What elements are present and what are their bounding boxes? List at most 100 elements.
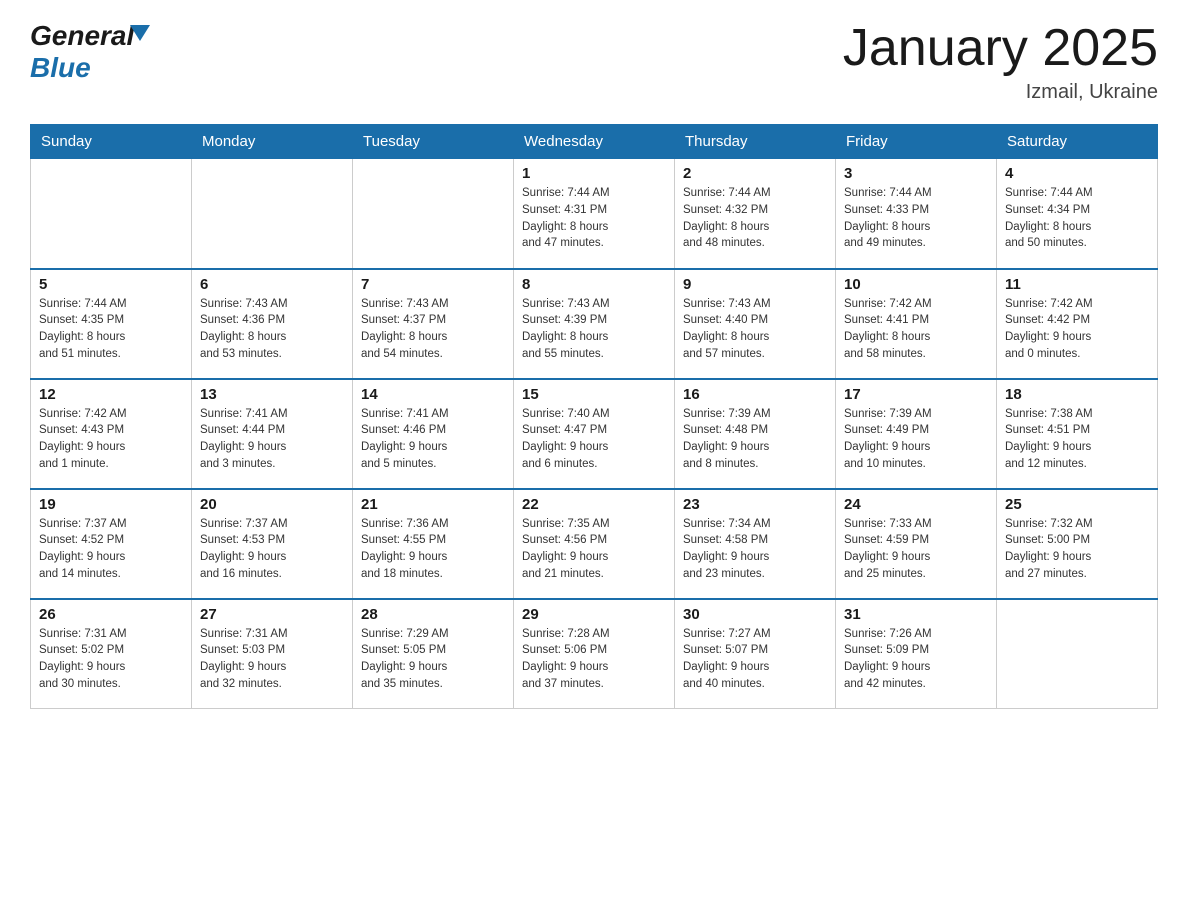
day-number: 2 xyxy=(683,165,827,182)
day-info: Sunrise: 7:34 AM Sunset: 4:58 PM Dayligh… xyxy=(683,516,827,583)
day-number: 26 xyxy=(39,606,183,623)
calendar-week-row: 12Sunrise: 7:42 AM Sunset: 4:43 PM Dayli… xyxy=(31,379,1158,489)
day-number: 11 xyxy=(1005,276,1149,293)
calendar-cell: 5Sunrise: 7:44 AM Sunset: 4:35 PM Daylig… xyxy=(31,269,192,379)
day-number: 25 xyxy=(1005,496,1149,513)
day-info: Sunrise: 7:37 AM Sunset: 4:53 PM Dayligh… xyxy=(200,516,344,583)
calendar-cell: 2 Sunrise: 7:44 AM Sunset: 4:32 PM Daylig… xyxy=(675,159,836,269)
calendar-cell: 11 Sunrise: 7:42 AM Sunset: 4:42 PM Dayli… xyxy=(997,269,1158,379)
day-info: Sunrise: 7:43 AM Sunset: 4:36 PM Dayligh… xyxy=(200,296,344,363)
calendar-cell: 4 Sunrise: 7:44 AM Sunset: 4:34 PM Daylig… xyxy=(997,159,1158,269)
day-info: Sunrise: 7:44 AM Sunset: 4:32 PM Dayligh… xyxy=(683,185,827,252)
day-info: Sunrise: 7:40 AM Sunset: 4:47 PM Dayligh… xyxy=(522,406,666,473)
calendar-cell: 1 Sunrise: 7:44 AM Sunset: 4:31 PM Daylig… xyxy=(514,159,675,269)
day-of-week-header: Wednesday xyxy=(514,125,675,159)
calendar-cell: 21 Sunrise: 7:36 AM Sunset: 4:55 PM Dayli… xyxy=(353,489,514,599)
calendar-cell xyxy=(353,159,514,269)
day-info: Sunrise: 7:31 AM Sunset: 5:02 PM Dayligh… xyxy=(39,626,183,693)
calendar-cell xyxy=(997,599,1158,709)
day-info: Sunrise: 7:44 AM Sunset: 4:35 PM Dayligh… xyxy=(39,296,183,363)
month-title: January 2025 xyxy=(843,20,1158,77)
calendar-cell: 13 Sunrise: 7:41 AM Sunset: 4:44 PM Dayli… xyxy=(192,379,353,489)
day-number: 17 xyxy=(844,386,988,403)
day-info: Sunrise: 7:44 AM Sunset: 4:34 PM Dayligh… xyxy=(1005,185,1149,252)
page-header: General Blue January 2025 Izmail, Ukrain… xyxy=(30,20,1158,104)
day-number: 14 xyxy=(361,386,505,403)
day-number: 30 xyxy=(683,606,827,623)
calendar-cell: 25 Sunrise: 7:32 AM Sunset: 5:00 PM Dayli… xyxy=(997,489,1158,599)
day-of-week-header: Tuesday xyxy=(353,125,514,159)
day-number: 28 xyxy=(361,606,505,623)
calendar-cell: 30 Sunrise: 7:27 AM Sunset: 5:07 PM Dayli… xyxy=(675,599,836,709)
day-info: Sunrise: 7:31 AM Sunset: 5:03 PM Dayligh… xyxy=(200,626,344,693)
day-info: Sunrise: 7:42 AM Sunset: 4:42 PM Dayligh… xyxy=(1005,296,1149,363)
day-info: Sunrise: 7:39 AM Sunset: 4:48 PM Dayligh… xyxy=(683,406,827,473)
calendar-cell: 23 Sunrise: 7:34 AM Sunset: 4:58 PM Dayli… xyxy=(675,489,836,599)
day-number: 1 xyxy=(522,165,666,182)
day-number: 24 xyxy=(844,496,988,513)
calendar-cell: 27 Sunrise: 7:31 AM Sunset: 5:03 PM Dayli… xyxy=(192,599,353,709)
day-info: Sunrise: 7:26 AM Sunset: 5:09 PM Dayligh… xyxy=(844,626,988,693)
day-number: 7 xyxy=(361,276,505,293)
calendar-cell: 26 Sunrise: 7:31 AM Sunset: 5:02 PM Dayli… xyxy=(31,599,192,709)
calendar-cell: 17Sunrise: 7:39 AM Sunset: 4:49 PM Dayli… xyxy=(836,379,997,489)
day-of-week-header: Thursday xyxy=(675,125,836,159)
day-number: 15 xyxy=(522,386,666,403)
calendar-week-row: 26 Sunrise: 7:31 AM Sunset: 5:02 PM Dayli… xyxy=(31,599,1158,709)
day-info: Sunrise: 7:42 AM Sunset: 4:41 PM Dayligh… xyxy=(844,296,988,363)
day-info: Sunrise: 7:43 AM Sunset: 4:39 PM Dayligh… xyxy=(522,296,666,363)
day-info: Sunrise: 7:35 AM Sunset: 4:56 PM Dayligh… xyxy=(522,516,666,583)
calendar-cell: 19Sunrise: 7:37 AM Sunset: 4:52 PM Dayli… xyxy=(31,489,192,599)
calendar-week-row: 19Sunrise: 7:37 AM Sunset: 4:52 PM Dayli… xyxy=(31,489,1158,599)
logo-general-text: General xyxy=(30,20,134,52)
calendar-cell: 20 Sunrise: 7:37 AM Sunset: 4:53 PM Dayli… xyxy=(192,489,353,599)
day-number: 13 xyxy=(200,386,344,403)
day-number: 6 xyxy=(200,276,344,293)
day-info: Sunrise: 7:28 AM Sunset: 5:06 PM Dayligh… xyxy=(522,626,666,693)
day-number: 23 xyxy=(683,496,827,513)
calendar-week-row: 5Sunrise: 7:44 AM Sunset: 4:35 PM Daylig… xyxy=(31,269,1158,379)
day-number: 8 xyxy=(522,276,666,293)
calendar-cell: 29 Sunrise: 7:28 AM Sunset: 5:06 PM Dayli… xyxy=(514,599,675,709)
calendar-header-row: SundayMondayTuesdayWednesdayThursdayFrid… xyxy=(31,125,1158,159)
day-info: Sunrise: 7:41 AM Sunset: 4:44 PM Dayligh… xyxy=(200,406,344,473)
logo-triangle-icon xyxy=(130,25,150,41)
day-number: 21 xyxy=(361,496,505,513)
calendar-cell: 8 Sunrise: 7:43 AM Sunset: 4:39 PM Daylig… xyxy=(514,269,675,379)
calendar-cell: 9Sunrise: 7:43 AM Sunset: 4:40 PM Daylig… xyxy=(675,269,836,379)
calendar-table: SundayMondayTuesdayWednesdayThursdayFrid… xyxy=(30,124,1158,709)
day-info: Sunrise: 7:41 AM Sunset: 4:46 PM Dayligh… xyxy=(361,406,505,473)
calendar-cell: 10Sunrise: 7:42 AM Sunset: 4:41 PM Dayli… xyxy=(836,269,997,379)
day-of-week-header: Friday xyxy=(836,125,997,159)
day-number: 29 xyxy=(522,606,666,623)
day-number: 3 xyxy=(844,165,988,182)
day-number: 22 xyxy=(522,496,666,513)
calendar-cell: 24Sunrise: 7:33 AM Sunset: 4:59 PM Dayli… xyxy=(836,489,997,599)
calendar-cell: 28Sunrise: 7:29 AM Sunset: 5:05 PM Dayli… xyxy=(353,599,514,709)
day-number: 4 xyxy=(1005,165,1149,182)
day-of-week-header: Sunday xyxy=(31,125,192,159)
calendar-cell: 16 Sunrise: 7:39 AM Sunset: 4:48 PM Dayli… xyxy=(675,379,836,489)
calendar-cell: 18 Sunrise: 7:38 AM Sunset: 4:51 PM Dayli… xyxy=(997,379,1158,489)
day-number: 18 xyxy=(1005,386,1149,403)
calendar-cell: 6 Sunrise: 7:43 AM Sunset: 4:36 PM Daylig… xyxy=(192,269,353,379)
day-info: Sunrise: 7:38 AM Sunset: 4:51 PM Dayligh… xyxy=(1005,406,1149,473)
logo-blue-text: Blue xyxy=(30,52,91,84)
calendar-cell: 15 Sunrise: 7:40 AM Sunset: 4:47 PM Dayli… xyxy=(514,379,675,489)
calendar-cell xyxy=(192,159,353,269)
day-info: Sunrise: 7:44 AM Sunset: 4:33 PM Dayligh… xyxy=(844,185,988,252)
day-number: 16 xyxy=(683,386,827,403)
calendar-cell: 3 Sunrise: 7:44 AM Sunset: 4:33 PM Daylig… xyxy=(836,159,997,269)
logo: General Blue xyxy=(30,20,150,84)
day-number: 31 xyxy=(844,606,988,623)
day-number: 27 xyxy=(200,606,344,623)
day-info: Sunrise: 7:27 AM Sunset: 5:07 PM Dayligh… xyxy=(683,626,827,693)
day-info: Sunrise: 7:44 AM Sunset: 4:31 PM Dayligh… xyxy=(522,185,666,252)
day-info: Sunrise: 7:36 AM Sunset: 4:55 PM Dayligh… xyxy=(361,516,505,583)
calendar-cell: 7Sunrise: 7:43 AM Sunset: 4:37 PM Daylig… xyxy=(353,269,514,379)
calendar-cell: 12Sunrise: 7:42 AM Sunset: 4:43 PM Dayli… xyxy=(31,379,192,489)
day-number: 19 xyxy=(39,496,183,513)
day-number: 20 xyxy=(200,496,344,513)
day-info: Sunrise: 7:32 AM Sunset: 5:00 PM Dayligh… xyxy=(1005,516,1149,583)
calendar-cell: 31 Sunrise: 7:26 AM Sunset: 5:09 PM Dayli… xyxy=(836,599,997,709)
